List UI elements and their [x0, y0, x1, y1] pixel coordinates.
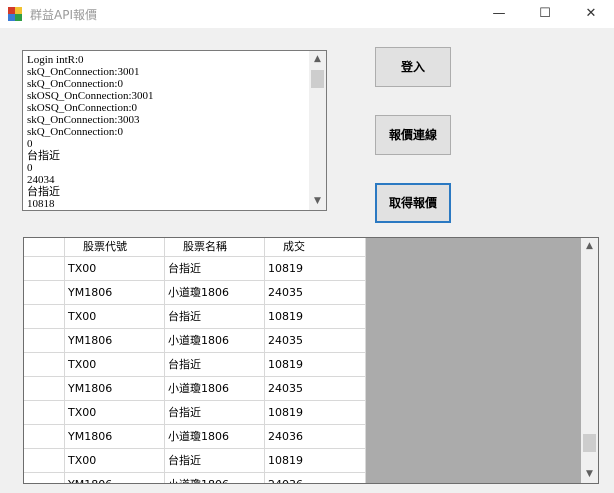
price-cell[interactable]: 10819: [265, 353, 366, 376]
price-cell[interactable]: 24036: [265, 425, 366, 448]
price-cell[interactable]: 10819: [265, 449, 366, 472]
table-row[interactable]: YM1806小道瓊180624036: [24, 425, 366, 449]
corner-header-cell[interactable]: [24, 238, 65, 256]
scroll-up-arrow-icon[interactable]: ▲: [309, 51, 326, 68]
table-row[interactable]: YM1806 小道瓊1806 24035: [24, 281, 366, 305]
maximize-button[interactable]: ☐: [522, 0, 568, 28]
log-line: Login intR:0: [27, 54, 84, 66]
price-cell[interactable]: 24036: [265, 473, 366, 483]
stock-code-cell[interactable]: TX00: [65, 449, 165, 472]
price-cell[interactable]: 24035: [265, 329, 366, 352]
stock-name-cell[interactable]: 台指近: [165, 401, 265, 424]
quote-connect-button[interactable]: 報價連線: [375, 115, 451, 155]
scroll-down-arrow-icon[interactable]: ▼: [309, 193, 326, 210]
row-header-cell[interactable]: [24, 377, 65, 400]
log-line: 台指近: [27, 150, 60, 162]
stock-code-cell[interactable]: TX00: [65, 257, 165, 280]
table-row[interactable]: TX00 台指近 10819: [24, 401, 366, 425]
table-row[interactable]: YM1806小道瓊180624036: [24, 473, 366, 483]
log-line: 24034: [27, 174, 55, 186]
price-cell[interactable]: 10819: [265, 401, 366, 424]
stock-code-cell[interactable]: YM1806: [65, 425, 165, 448]
log-line: 0: [27, 138, 33, 150]
log-line: skQ_OnConnection:0: [27, 78, 123, 90]
close-button[interactable]: ✕: [568, 0, 614, 28]
stock-code-cell[interactable]: YM1806: [65, 473, 165, 483]
price-cell[interactable]: 10819: [265, 257, 366, 280]
row-header-cell[interactable]: [24, 329, 65, 352]
row-header-cell[interactable]: [24, 449, 65, 472]
scroll-down-arrow-icon[interactable]: ▼: [581, 466, 598, 483]
minimize-button[interactable]: —: [476, 0, 522, 28]
log-line: skQ_OnConnection:3001: [27, 66, 140, 78]
table-row[interactable]: TX00 台指近 10819: [24, 353, 366, 377]
stock-name-cell[interactable]: 小道瓊1806: [165, 281, 265, 304]
log-line: 台指近: [27, 186, 60, 198]
log-lines: Login intR:0 skQ_OnConnection:3001 skQ_OnC…: [27, 54, 307, 210]
stock-name-cell[interactable]: 台指近: [165, 305, 265, 328]
log-line: skQ_OnConnection:3003: [27, 114, 140, 126]
table-row[interactable]: TX00 台指近 10819: [24, 449, 366, 473]
window-title: 群益API報價: [30, 8, 97, 22]
row-header-cell[interactable]: [24, 353, 65, 376]
stock-name-cell[interactable]: 小道瓊1806: [165, 377, 265, 400]
row-header-cell[interactable]: [24, 305, 65, 328]
stock-code-cell[interactable]: TX00: [65, 305, 165, 328]
grid-table: 股票代號 股票名稱 成交 TX00 台指近 10819 YM1806 小道瓊1806 24035…: [24, 238, 366, 483]
log-textbox[interactable]: Login intR:0 skQ_OnConnection:3001 skQ_OnC…: [22, 50, 327, 211]
table-row[interactable]: TX00 台指近 10819: [24, 305, 366, 329]
scroll-thumb[interactable]: [583, 434, 596, 452]
grid-header-row: 股票代號 股票名稱 成交: [24, 238, 366, 257]
table-row[interactable]: TX00 台指近 10819: [24, 257, 366, 281]
quote-grid[interactable]: 股票代號 股票名稱 成交 TX00 台指近 10819 YM1806 小道瓊1806 24035…: [23, 237, 599, 484]
log-line: skOSQ_OnConnection:0: [27, 102, 137, 114]
title-bar: 群益API報價 — ☐ ✕: [0, 0, 614, 28]
row-header-cell[interactable]: [24, 473, 65, 483]
log-line: skQ_OnConnection:0: [27, 126, 123, 138]
get-quote-button[interactable]: 取得報價: [375, 183, 451, 223]
table-row[interactable]: YM1806 小道瓊1806 24035: [24, 329, 366, 353]
row-header-cell[interactable]: [24, 401, 65, 424]
stock-code-cell[interactable]: YM1806: [65, 329, 165, 352]
price-cell[interactable]: 24035: [265, 281, 366, 304]
login-button[interactable]: 登入: [375, 47, 451, 87]
stock-name-cell[interactable]: 小道瓊1806: [165, 425, 265, 448]
row-header-cell[interactable]: [24, 281, 65, 304]
log-line: 0: [27, 162, 33, 174]
row-header-cell[interactable]: [24, 257, 65, 280]
stock-name-cell[interactable]: 小道瓊1806: [165, 473, 265, 483]
log-line: 10818: [27, 198, 55, 210]
log-scrollbar[interactable]: ▲ ▼: [309, 51, 326, 210]
row-header-cell[interactable]: [24, 425, 65, 448]
column-header[interactable]: 成交: [265, 238, 366, 256]
grid-scrollbar[interactable]: ▲ ▼: [581, 238, 598, 483]
table-row[interactable]: YM1806 小道瓊1806 24035: [24, 377, 366, 401]
stock-code-cell[interactable]: TX00: [65, 401, 165, 424]
log-line: skOSQ_OnConnection:3001: [27, 90, 154, 102]
app-icon: [8, 7, 22, 21]
column-header[interactable]: 股票名稱: [165, 238, 265, 256]
price-cell[interactable]: 24035: [265, 377, 366, 400]
stock-code-cell[interactable]: YM1806: [65, 377, 165, 400]
stock-name-cell[interactable]: 台指近: [165, 353, 265, 376]
column-header[interactable]: 股票代號: [65, 238, 165, 256]
stock-code-cell[interactable]: YM1806: [65, 281, 165, 304]
price-cell[interactable]: 10819: [265, 305, 366, 328]
scroll-thumb[interactable]: [311, 70, 324, 88]
stock-name-cell[interactable]: 台指近: [165, 257, 265, 280]
stock-code-cell[interactable]: TX00: [65, 353, 165, 376]
stock-name-cell[interactable]: 小道瓊1806: [165, 329, 265, 352]
scroll-up-arrow-icon[interactable]: ▲: [581, 238, 598, 255]
stock-name-cell[interactable]: 台指近: [165, 449, 265, 472]
